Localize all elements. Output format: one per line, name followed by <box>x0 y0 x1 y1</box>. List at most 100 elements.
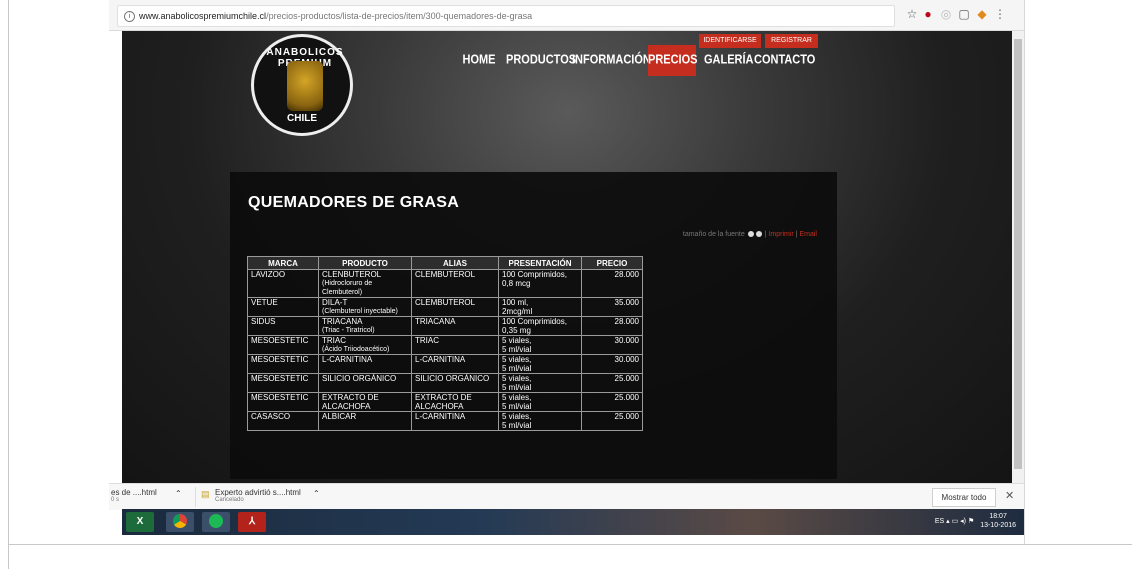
download-item[interactable]: ▤ Experto advirtió s....html Cancelado ⌃ <box>201 488 331 506</box>
extension-icon[interactable]: ◎ <box>939 7 953 21</box>
table-row: MESOESTETIC EXTRACTO DE ALCACHOFA EXTRACTO… <box>247 392 643 412</box>
clock-date: 13-10-2016 <box>980 522 1016 529</box>
presentation-line: 100 Comprimidos, <box>502 317 567 326</box>
url-host: www.anabolicospremiumchile.cl <box>139 11 267 21</box>
cell-producto: SILICIO ORGÁNICO <box>318 373 412 393</box>
download-status: Cancelado <box>215 497 244 503</box>
pinterest-icon[interactable]: ● <box>921 7 935 21</box>
frame-bottom-border <box>8 544 1132 545</box>
frame-left-border <box>8 0 9 569</box>
presentation-line: 5 ml/vial <box>502 421 532 430</box>
tools-separator: | <box>795 231 798 238</box>
downloads-bar: es de ....html 0 s ⌃ ▤ Experto advirtió … <box>109 483 1024 510</box>
bodybuilder-emblem-icon <box>287 61 323 111</box>
product-name: TRIACANA <box>322 317 363 326</box>
nav-productos[interactable]: PRODUCTOS <box>506 45 576 76</box>
show-all-button[interactable]: Mostrar todo <box>932 488 996 507</box>
cell-presentacion: 5 viales, 5 ml/vial <box>498 354 582 374</box>
frame-right-border <box>1024 0 1025 544</box>
chevron-up-icon[interactable]: ⌃ <box>175 489 182 498</box>
download-item[interactable]: es de ....html 0 s ⌃ <box>109 488 193 506</box>
nav-home[interactable]: HOME <box>462 45 496 76</box>
cell-precio: 35.000 <box>581 297 643 317</box>
close-icon[interactable]: ✕ <box>1005 489 1014 502</box>
language-indicator[interactable]: ES <box>935 518 944 525</box>
browser-toolbar: i www.anabolicospremiumchile.cl/precios-p… <box>109 0 1024 31</box>
font-decrease-icon[interactable] <box>755 231 762 238</box>
font-size-label: tamaño de la fuente <box>682 231 745 238</box>
cell-precio: 28.000 <box>581 269 643 298</box>
cell-marca: MESOESTETIC <box>247 373 319 393</box>
spotify-icon[interactable] <box>202 512 230 532</box>
acrobat-icon[interactable]: ⅄ <box>238 512 266 532</box>
price-table: MARCA PRODUCTO ALIAS PRESENTACIÓN PRECIO… <box>247 256 643 431</box>
font-increase-icon[interactable] <box>747 231 754 238</box>
taskbar: X ⅄ ES ▴ ▭ ◂) ⚑ 18:07 13-10-2016 <box>122 509 1024 535</box>
nav-precios[interactable]: PRECIOS <box>648 44 698 77</box>
product-name: L-CARNITINA <box>322 355 373 364</box>
cast-icon[interactable]: ▢ <box>957 7 971 21</box>
site-logo[interactable]: ANABOLICOS PREMIUM CHILE <box>251 34 353 136</box>
nav-galeria[interactable]: GALERÍA <box>704 45 754 76</box>
nav-contacto[interactable]: CONTACTO <box>754 45 815 76</box>
table-row: VETUE DILA-T (Clembuterol inyectable) CLEMB… <box>247 297 643 317</box>
cell-producto: CLENBUTEROL (Hidrocloruro de Clembuterol) <box>318 269 412 298</box>
cell-alias: CLEMBUTEROL <box>411 297 499 317</box>
product-detail: (Ácido Triiodoacético) <box>322 346 390 353</box>
page-title: QUEMADORES DE GRASA <box>248 194 460 211</box>
logo-bottom-text: CHILE <box>287 113 317 124</box>
cell-alias: L-CARNITINA <box>411 354 499 374</box>
presentation-line: 5 ml/vial <box>502 383 532 392</box>
nav-informacion[interactable]: INFORMACIÓN <box>572 45 651 76</box>
cell-presentacion: 100 Comprimidos, 0,8 mcg <box>498 269 582 298</box>
cell-alias: TRIACANA <box>411 316 499 336</box>
header-presentacion: PRESENTACIÓN <box>498 256 582 270</box>
address-bar[interactable]: i www.anabolicospremiumchile.cl/precios-p… <box>117 5 895 27</box>
cell-producto: TRIAC (Ácido Triiodoacético) <box>318 335 412 355</box>
presentation-line: 5 viales, <box>502 355 532 364</box>
extension-orange-icon[interactable]: ◆ <box>975 7 989 21</box>
presentation-line: 5 viales, <box>502 374 532 383</box>
excel-icon[interactable]: X <box>126 512 154 532</box>
presentation-line: 5 viales, <box>502 336 532 345</box>
cell-marca: VETUE <box>247 297 319 317</box>
header-alias: ALIAS <box>411 256 499 270</box>
table-row: MESOESTETIC TRIAC (Ácido Triiodoacético) TR… <box>247 335 643 355</box>
cell-producto: EXTRACTO DE ALCACHOFA <box>318 392 412 412</box>
info-icon[interactable]: i <box>124 11 135 23</box>
clock[interactable]: 18:07 13-10-2016 <box>980 512 1016 530</box>
header-producto: PRODUCTO <box>318 256 412 270</box>
menu-icon[interactable]: ⋮ <box>993 7 1007 21</box>
scrollbar[interactable] <box>1012 31 1024 483</box>
cell-precio: 25.000 <box>581 411 643 431</box>
print-link[interactable]: Imprimir <box>768 231 793 238</box>
presentation-line: 100 ml, <box>502 298 529 307</box>
table-row: MESOESTETIC L-CARNITINA L-CARNITINA 5 viale… <box>247 354 643 374</box>
divider <box>195 487 196 507</box>
product-detail: (Clembuterol inyectable) <box>322 308 398 315</box>
cell-alias: SILICIO ORGÁNICO <box>411 373 499 393</box>
cell-marca: LAVIZOO <box>247 269 319 298</box>
tray-icons[interactable]: ▴ ▭ ◂) ⚑ <box>946 518 974 525</box>
chrome-icon[interactable] <box>166 512 194 532</box>
tools-separator: | <box>764 231 767 238</box>
product-name: EXTRACTO DE ALCACHOFA <box>322 393 379 411</box>
content-panel: QUEMADORES DE GRASA tamaño de la fuente … <box>230 172 837 479</box>
cell-precio: 28.000 <box>581 316 643 336</box>
product-name: DILA-T <box>322 298 348 307</box>
presentation-line: 5 viales, <box>502 412 532 421</box>
scrollbar-thumb[interactable] <box>1014 39 1022 469</box>
cell-precio: 25.000 <box>581 392 643 412</box>
cell-precio: 30.000 <box>581 335 643 355</box>
presentation-line: 5 ml/vial <box>502 402 532 411</box>
email-link[interactable]: Email <box>799 231 817 238</box>
system-tray: ES ▴ ▭ ◂) ⚑ 18:07 13-10-2016 <box>935 512 1016 530</box>
star-icon[interactable]: ☆ <box>905 7 919 21</box>
chevron-up-icon[interactable]: ⌃ <box>313 489 320 498</box>
cell-producto: L-CARNITINA <box>318 354 412 374</box>
table-row: MESOESTETIC SILICIO ORGÁNICO SILICIO ORGÁN… <box>247 373 643 393</box>
cell-precio: 25.000 <box>581 373 643 393</box>
cell-producto: DILA-T (Clembuterol inyectable) <box>318 297 412 317</box>
cell-presentacion: 5 viales, 5 ml/vial <box>498 373 582 393</box>
product-name: ALBICAR <box>322 412 357 421</box>
